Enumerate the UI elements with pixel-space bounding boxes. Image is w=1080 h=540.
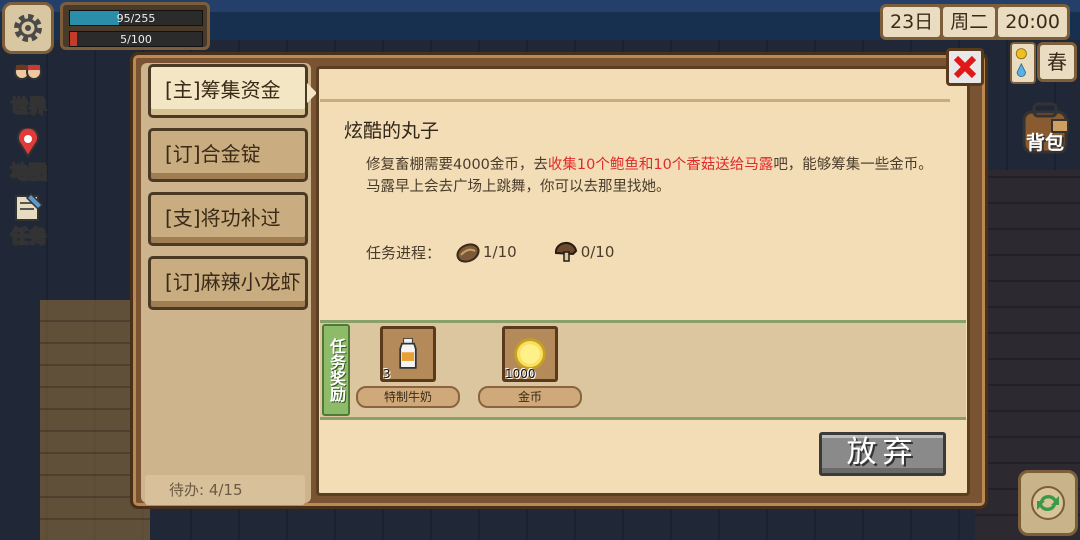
reward-tag: 任务奖励	[322, 324, 350, 416]
quest-label: 任务	[10, 226, 47, 248]
quest-description: 修复畜棚需要4000金币，去收集10个鲍鱼和10个香菇送给马露吧，能够筹集一些金…	[366, 154, 936, 198]
stamina-value: 5/100	[120, 33, 152, 46]
weekday-label: 周二	[943, 7, 996, 37]
backpack-button[interactable]: 背包	[1012, 100, 1078, 160]
weather-icon	[1015, 48, 1027, 77]
quest-tab-spicy-crayfish[interactable]: [订]麻辣小龙虾	[148, 256, 308, 310]
reward-qty: 1000	[505, 367, 536, 381]
backpack-label: 背包	[1026, 132, 1065, 154]
abalone-count: 1/10	[483, 243, 517, 261]
player-stats: 95/255 5/100	[60, 2, 210, 50]
map-button[interactable]: 地图	[2, 126, 54, 188]
desc-line2: 马露早上会去广场上跳舞，你可以去那里找她。	[366, 179, 671, 195]
map-label: 地图	[10, 162, 47, 184]
quest-button[interactable]: 任务	[2, 192, 54, 252]
progress-item-abalone: 1/10	[455, 241, 517, 263]
progress-label: 任务进程：	[366, 243, 442, 262]
reward-item-milk[interactable]: 3 特制牛奶	[356, 326, 460, 408]
reward-qty: 3	[383, 367, 391, 381]
desc-prefix: 修复畜棚需要4000金币，去	[366, 157, 548, 173]
reward-name: 特制牛奶	[356, 386, 460, 408]
pending-count: 待办: 4/15	[145, 475, 305, 505]
desc-highlight: 收集10个鲍鱼和10个香菇送给马露	[547, 157, 774, 173]
reward-slot: 1000	[502, 326, 558, 382]
gear-icon	[14, 14, 42, 42]
progress-item-mushroom: 0/10	[553, 241, 615, 263]
quest-tab-alloy-ingot[interactable]: [订]合金锭	[148, 128, 308, 182]
quest-detail-header	[320, 70, 950, 102]
switch-button[interactable]	[1018, 470, 1078, 536]
reward-name: 金币	[478, 386, 582, 408]
reward-slot: 3	[380, 326, 436, 382]
close-icon	[953, 55, 977, 79]
quest-tab-make-amends[interactable]: [支]将功补过	[148, 192, 308, 246]
abalone-icon	[456, 243, 480, 263]
reward-item-gold[interactable]: 1000 金币	[478, 326, 582, 408]
settings-button[interactable]	[2, 2, 54, 54]
desc-suffix: 吧，能够筹集一些金币。	[773, 157, 933, 173]
time-label: 20:00	[998, 7, 1067, 37]
close-button[interactable]	[946, 48, 984, 86]
mushroom-icon	[554, 242, 577, 262]
date-time-display: 23日 周二 20:00	[880, 4, 1070, 40]
couple-icon	[14, 64, 42, 80]
map-pin-icon	[17, 126, 39, 158]
quest-tab-raise-funds[interactable]: [主]筹集资金	[148, 64, 317, 118]
season-label: 春	[1037, 42, 1077, 82]
abandon-button[interactable]: 放弃	[819, 432, 946, 476]
stamina-bar: 5/100	[69, 31, 203, 47]
quest-progress: 任务进程： 1/10 0/10	[366, 238, 614, 266]
weather-indicator	[1010, 42, 1036, 84]
mushroom-count: 0/10	[580, 243, 615, 261]
world-label: 世界	[10, 96, 47, 118]
health-value: 95/255	[116, 12, 156, 25]
quest-giver-name: 炫酷的丸子	[344, 120, 440, 142]
health-bar: 95/255	[69, 10, 203, 26]
date-label: 23日	[883, 7, 941, 37]
milk-bottle-icon	[399, 337, 417, 369]
world-button[interactable]: 世界	[2, 62, 54, 122]
quest-scroll-icon	[15, 192, 44, 221]
refresh-icon	[1031, 486, 1065, 520]
